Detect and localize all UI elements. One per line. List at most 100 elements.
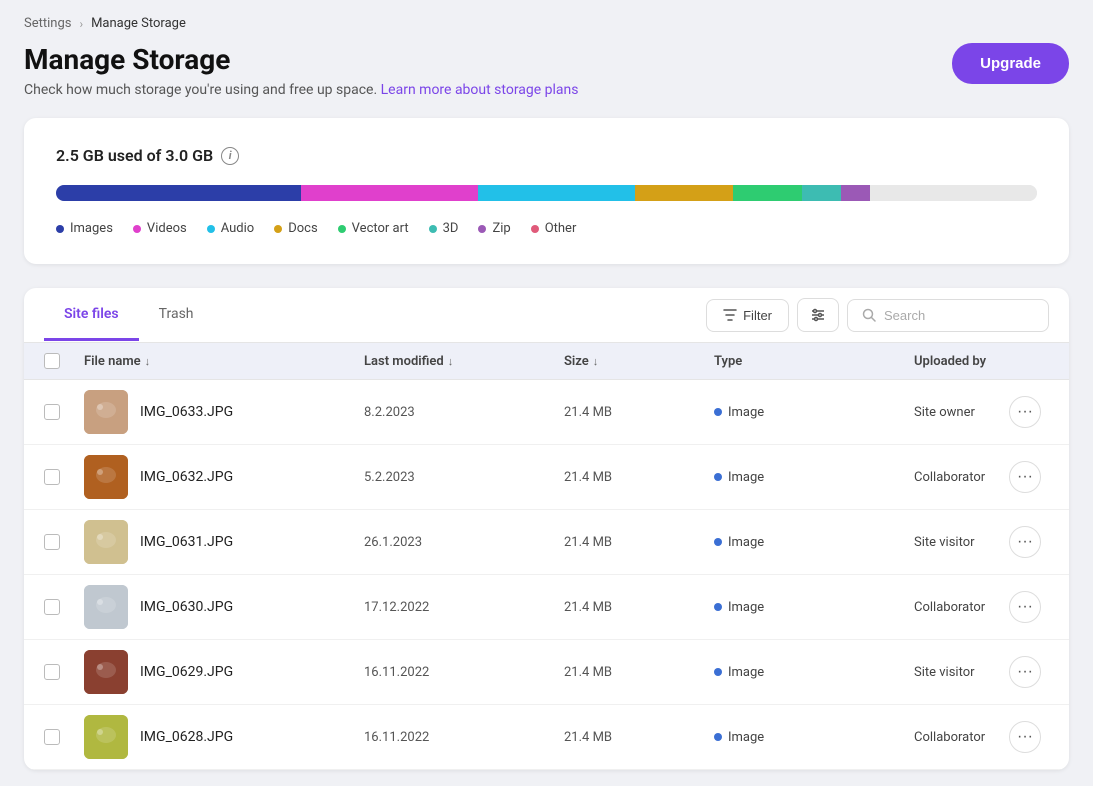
col-header-type: Type [714,354,914,369]
legend-dot [429,225,437,233]
file-date: 16.11.2022 [364,730,564,745]
type-dot [714,408,722,416]
legend-label: Docs [288,221,317,236]
row-checkbox-cell[interactable] [44,729,84,745]
file-size: 21.4 MB [564,535,714,550]
storage-usage-label: 2.5 GB used of 3.0 GB i [56,146,1037,165]
row-checkbox[interactable] [44,534,60,550]
table-row: IMG_0628.JPG 16.11.2022 21.4 MB Image Co… [24,705,1069,770]
file-type: Image [714,405,914,420]
row-checkbox[interactable] [44,469,60,485]
file-type: Image [714,600,914,615]
select-all-checkbox[interactable] [44,353,60,369]
file-uploader: Site owner [914,405,1009,420]
legend-item: Audio [207,221,254,236]
bar-segment [301,185,478,201]
legend-item: Vector art [338,221,409,236]
tabs-toolbar: Site filesTrash Filter [24,288,1069,343]
storage-card: 2.5 GB used of 3.0 GB i Images Videos Audi… [24,118,1069,264]
file-date: 16.11.2022 [364,665,564,680]
file-name: IMG_0630.JPG [140,599,233,615]
page-header: Manage Storage Check how much storage yo… [24,43,1069,98]
file-name: IMG_0629.JPG [140,664,233,680]
file-size: 21.4 MB [564,470,714,485]
row-more-button[interactable]: ··· [1009,461,1041,493]
legend-dot [338,225,346,233]
file-cell: IMG_0629.JPG [84,650,364,694]
row-checkbox[interactable] [44,599,60,615]
col-header-size[interactable]: Size ↓ [564,354,714,369]
row-more-button[interactable]: ··· [1009,526,1041,558]
table-header: File name ↓ Last modified ↓ Size ↓ Type … [24,343,1069,380]
file-date: 26.1.2023 [364,535,564,550]
file-type: Image [714,730,914,745]
sort-filename-icon: ↓ [145,355,151,368]
tab-site-files[interactable]: Site files [44,290,139,341]
file-cell: IMG_0628.JPG [84,715,364,759]
col-header-date[interactable]: Last modified ↓ [364,354,564,369]
type-dot [714,733,722,741]
file-name: IMG_0628.JPG [140,729,233,745]
row-more-button[interactable]: ··· [1009,656,1041,688]
breadcrumb-current: Manage Storage [91,16,186,31]
file-size: 21.4 MB [564,665,714,680]
filter-button[interactable]: Filter [706,299,789,332]
bar-segment [802,185,841,201]
search-input[interactable] [884,308,1034,323]
legend-label: Videos [147,221,187,236]
file-name: IMG_0632.JPG [140,469,233,485]
table-row: IMG_0633.JPG 8.2.2023 21.4 MB Image Site… [24,380,1069,445]
row-checkbox-cell[interactable] [44,664,84,680]
legend-label: Vector art [352,221,409,236]
row-checkbox-cell[interactable] [44,404,84,420]
row-checkbox[interactable] [44,404,60,420]
row-checkbox[interactable] [44,729,60,745]
sort-date-icon: ↓ [448,355,454,368]
row-checkbox[interactable] [44,664,60,680]
file-cell: IMG_0630.JPG [84,585,364,629]
bar-segment [56,185,301,201]
legend-dot [274,225,282,233]
row-checkbox-cell[interactable] [44,469,84,485]
legend-label: Zip [492,221,510,236]
type-dot [714,668,722,676]
bar-segment [841,185,870,201]
legend-dot [207,225,215,233]
row-more-button[interactable]: ··· [1009,721,1041,753]
select-all-cell[interactable] [44,353,84,369]
file-cell: IMG_0632.JPG [84,455,364,499]
file-type: Image [714,535,914,550]
file-thumbnail [84,520,128,564]
legend-item: Other [531,221,577,236]
file-size: 21.4 MB [564,730,714,745]
row-more-button[interactable]: ··· [1009,591,1041,623]
settings-filter-button[interactable] [797,298,839,332]
legend-label: Other [545,221,577,236]
file-thumbnail [84,585,128,629]
legend-item: Zip [478,221,510,236]
bar-segment [733,185,802,201]
search-icon [862,308,876,322]
learn-more-link[interactable]: Learn more about storage plans [381,82,579,98]
row-checkbox-cell[interactable] [44,599,84,615]
tab-trash[interactable]: Trash [139,290,214,341]
file-date: 5.2.2023 [364,470,564,485]
search-box [847,299,1049,332]
file-thumbnail [84,715,128,759]
file-date: 17.12.2022 [364,600,564,615]
file-uploader: Site visitor [914,535,1009,550]
row-checkbox-cell[interactable] [44,534,84,550]
row-more-button[interactable]: ··· [1009,396,1041,428]
type-dot [714,538,722,546]
file-size: 21.4 MB [564,405,714,420]
breadcrumb-parent[interactable]: Settings [24,16,71,31]
type-dot [714,473,722,481]
col-header-filename[interactable]: File name ↓ [84,354,364,369]
file-thumbnail [84,650,128,694]
upgrade-button[interactable]: Upgrade [952,43,1069,84]
file-type: Image [714,470,914,485]
info-icon[interactable]: i [221,147,239,165]
file-uploader: Collaborator [914,470,1009,485]
page-title: Manage Storage [24,43,579,76]
legend-item: Images [56,221,113,236]
